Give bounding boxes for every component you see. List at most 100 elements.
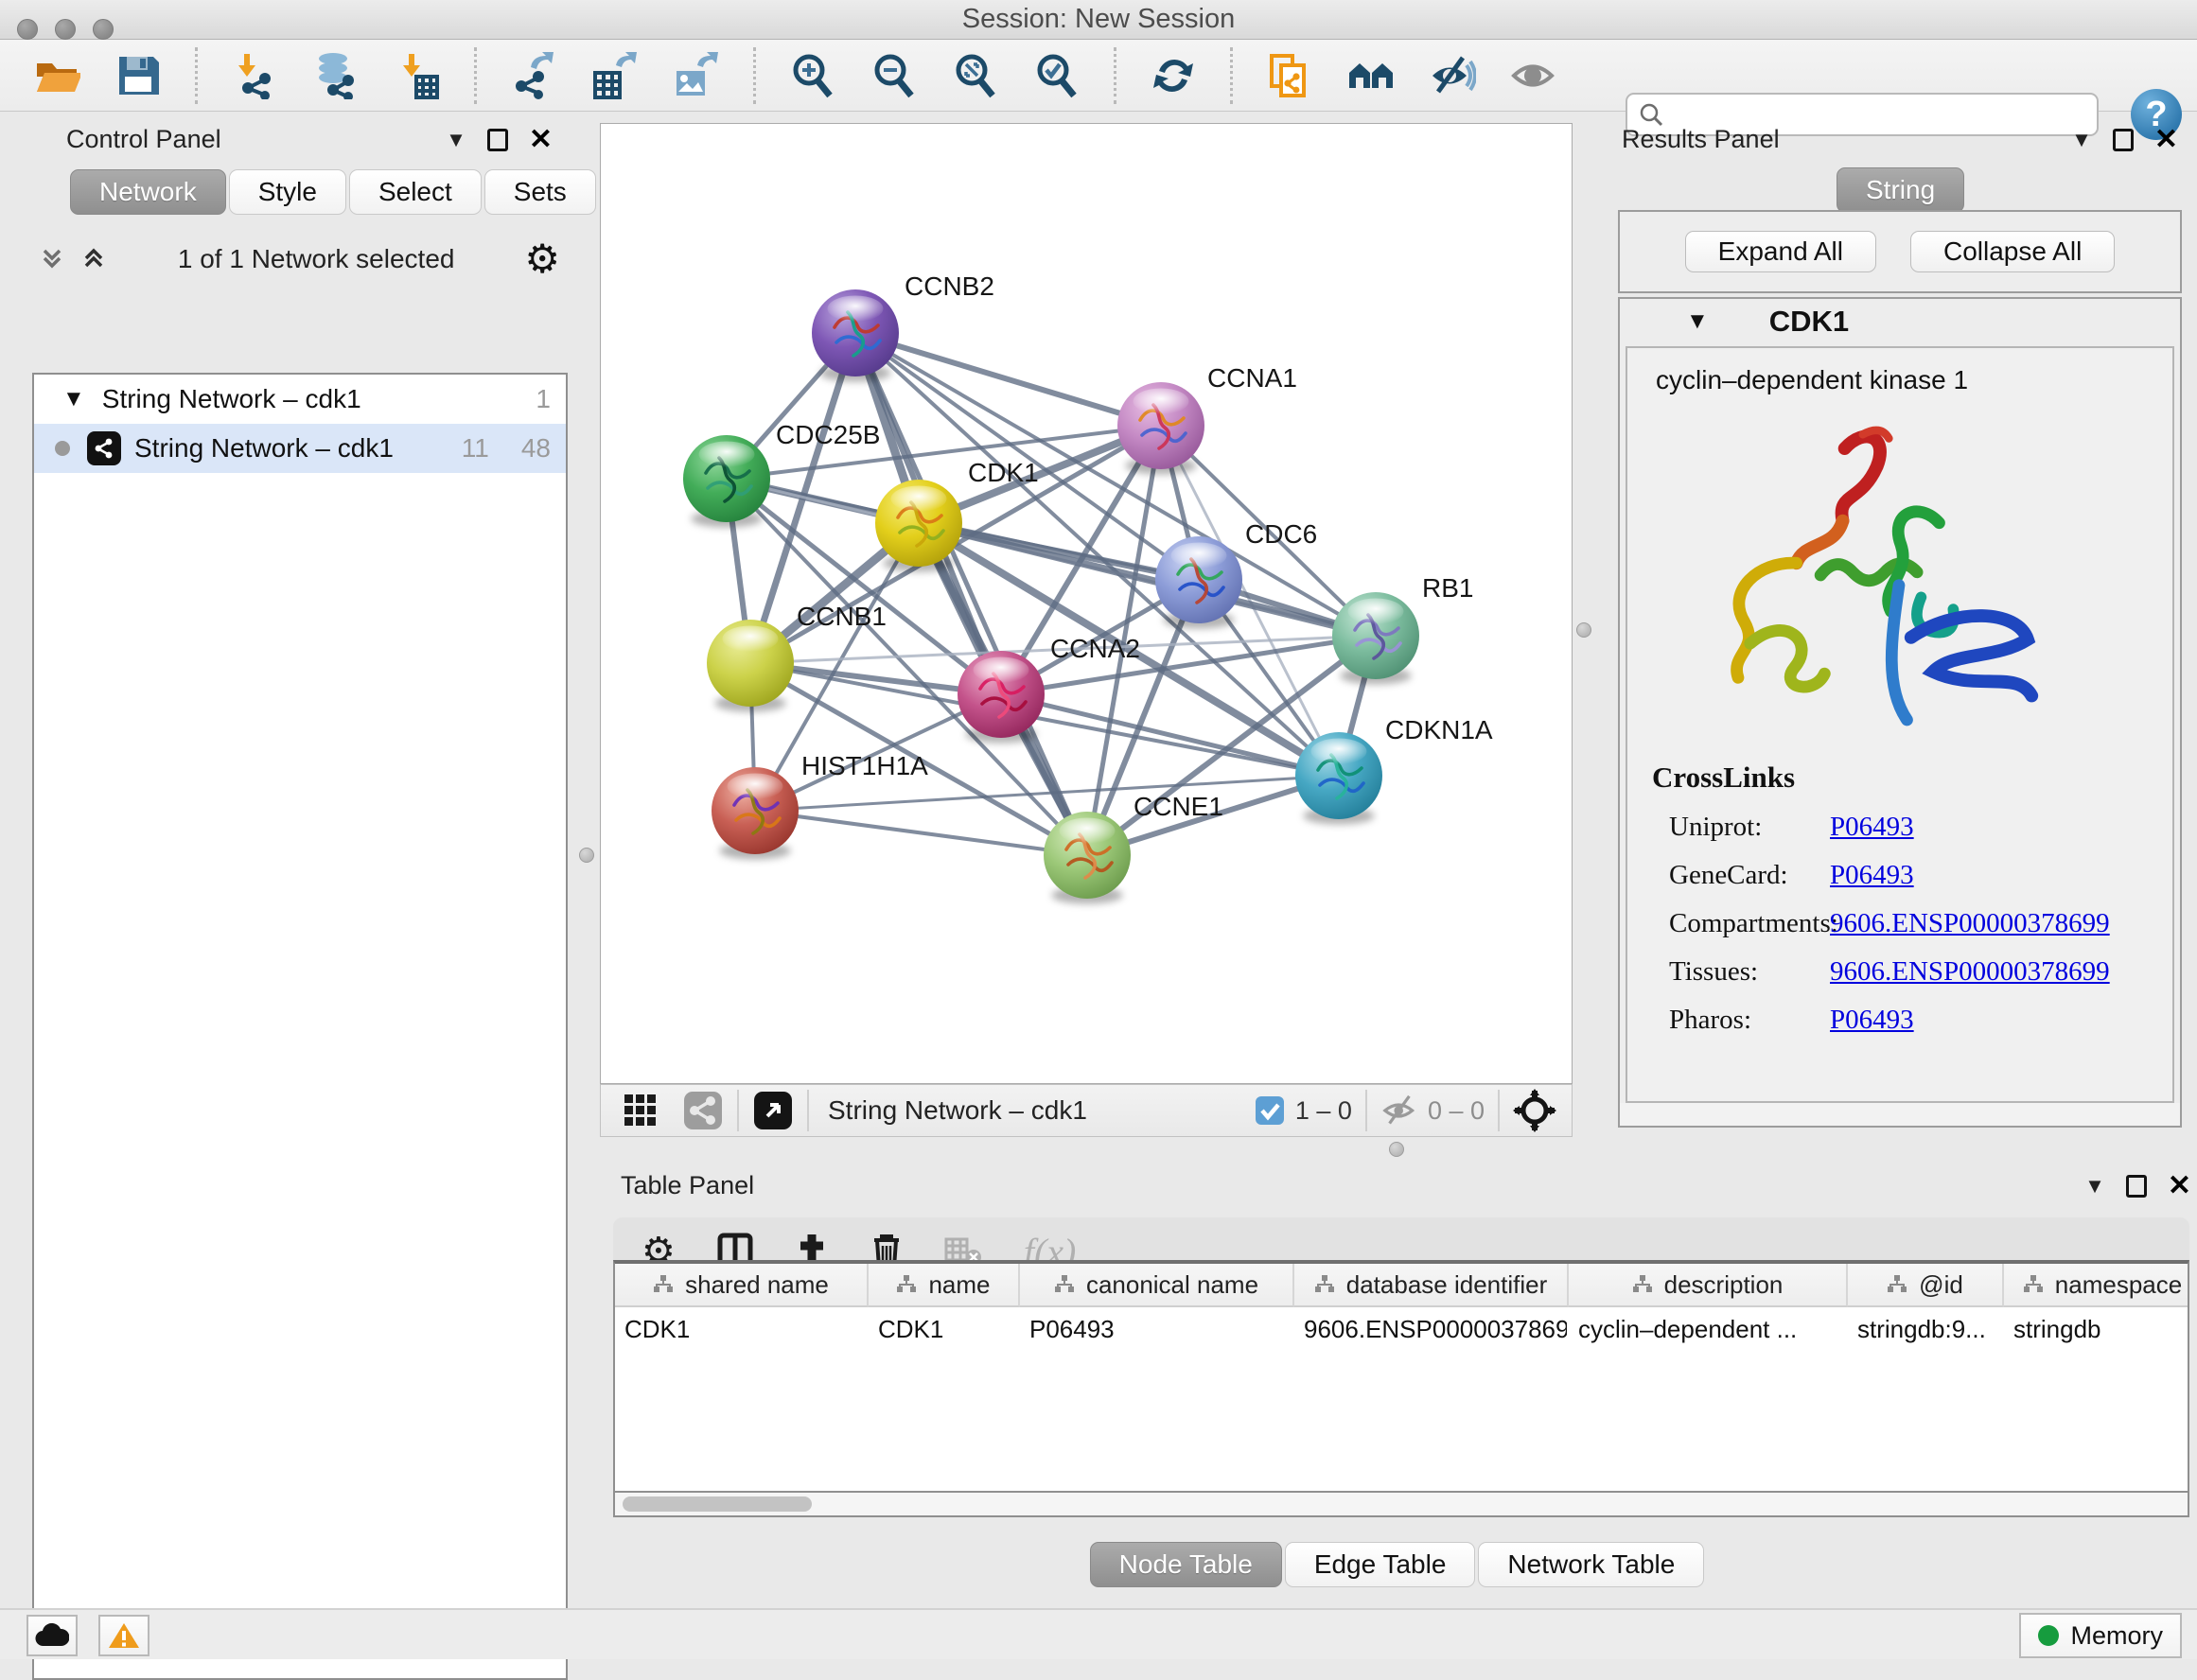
tab-network[interactable]: Network xyxy=(70,169,226,215)
tab-select[interactable]: Select xyxy=(349,169,482,215)
node-CCNB1[interactable]: CCNB1 xyxy=(707,602,887,712)
refresh-icon xyxy=(1150,52,1197,99)
clone-network-button[interactable] xyxy=(1265,51,1314,100)
collapse-all-button[interactable]: Collapse All xyxy=(1910,231,2115,272)
first-neighbors-button[interactable] xyxy=(1346,51,1396,100)
crosslink-value-link[interactable]: P06493 xyxy=(1830,812,1914,843)
tab-edge-table[interactable]: Edge Table xyxy=(1285,1542,1476,1587)
collapse-all-icon[interactable] xyxy=(38,245,66,273)
left-splitter-handle[interactable] xyxy=(579,848,594,863)
gene-expander-icon[interactable]: ▼ xyxy=(1686,308,1709,335)
float-panel-icon[interactable] xyxy=(2126,1175,2147,1198)
node-count: 11 xyxy=(462,433,489,464)
table-row[interactable]: CDK1CDK1P064939606.ENSP00000378699cyclin… xyxy=(615,1307,2188,1351)
results-scrollbar[interactable] xyxy=(1618,1103,2182,1128)
table-cell[interactable]: CDK1 xyxy=(869,1307,1020,1351)
tab-network-table[interactable]: Network Table xyxy=(1478,1542,1704,1587)
close-panel-icon[interactable]: ✕ xyxy=(529,123,553,156)
close-panel-icon[interactable]: ✕ xyxy=(2168,1169,2191,1202)
column-header-name[interactable]: name xyxy=(869,1264,1020,1307)
table-hscrollbar[interactable] xyxy=(613,1493,2189,1517)
panel-menu-icon[interactable]: ▼ xyxy=(446,128,466,152)
column-header-shared-name[interactable]: shared name xyxy=(615,1264,869,1307)
zoom-out-button[interactable] xyxy=(870,51,919,100)
table-cell[interactable]: stringdb:9... xyxy=(1848,1307,2004,1351)
panel-menu-icon[interactable]: ▼ xyxy=(2084,1174,2105,1199)
zoom-in-button[interactable] xyxy=(788,51,837,100)
string-network-graph[interactable]: CCNB2CCNA1CDC25BCDK1CDC6RB1CCNB1CCNA2CDK… xyxy=(601,124,1572,1083)
crosslink-row: Tissues:9606.ENSP00000378699 xyxy=(1652,956,2110,988)
houses-icon xyxy=(1347,52,1395,99)
export-image-button[interactable] xyxy=(672,51,721,100)
save-session-button[interactable] xyxy=(114,51,163,100)
collection-expander-icon[interactable]: ▼ xyxy=(62,386,85,412)
node-table[interactable]: shared namenamecanonical namedatabase id… xyxy=(613,1260,2189,1493)
maximize-window-icon[interactable] xyxy=(93,19,114,40)
zoom-selected-button[interactable] xyxy=(1032,51,1081,100)
table-cell[interactable]: CDK1 xyxy=(615,1307,869,1351)
edge-CCNB2-CCNA1[interactable] xyxy=(855,333,1161,426)
node-HIST1H1A[interactable]: HIST1H1A xyxy=(712,751,928,860)
apply-layout-button[interactable] xyxy=(1149,51,1198,100)
import-network-database-button[interactable] xyxy=(311,51,360,100)
selected-checkbox-icon[interactable] xyxy=(1254,1094,1286,1127)
crosslink-value-link[interactable]: 9606.ENSP00000378699 xyxy=(1830,956,2110,988)
detach-view-icon[interactable] xyxy=(752,1090,794,1131)
tab-sets[interactable]: Sets xyxy=(484,169,596,215)
panel-menu-icon[interactable]: ▼ xyxy=(2071,128,2092,152)
node-CCNA1[interactable]: CCNA1 xyxy=(1117,363,1297,475)
tab-style[interactable]: Style xyxy=(229,169,346,215)
expand-all-icon[interactable] xyxy=(79,245,108,273)
hide-selected-button[interactable] xyxy=(1428,51,1477,100)
node-label-CDK1: CDK1 xyxy=(968,458,1039,487)
table-cell[interactable]: 9606.ENSP00000378699 xyxy=(1294,1307,1569,1351)
crosslink-value-link[interactable]: P06493 xyxy=(1830,1005,1914,1036)
import-table-button[interactable] xyxy=(393,51,442,100)
node-CDKN1A[interactable]: CDKN1A xyxy=(1295,715,1493,825)
network-options-gear-icon[interactable]: ⚙ xyxy=(524,239,560,279)
show-all-button[interactable] xyxy=(1509,51,1558,100)
float-panel-icon[interactable] xyxy=(487,129,508,151)
zoom-fit-button[interactable] xyxy=(951,51,1000,100)
collection-count: 1 xyxy=(536,384,551,414)
network-canvas[interactable]: CCNB2CCNA1CDC25BCDK1CDC6RB1CCNB1CCNA2CDK… xyxy=(600,123,1573,1084)
table-header-row: shared namenamecanonical namedatabase id… xyxy=(615,1264,2188,1307)
network-row[interactable]: String Network – cdk1 11 48 xyxy=(34,424,566,473)
crosslinks-section: CrossLinks Uniprot:P06493GeneCard:P06493… xyxy=(1652,761,2110,1053)
column-header-canonical-name[interactable]: canonical name xyxy=(1020,1264,1294,1307)
float-panel-icon[interactable] xyxy=(2113,129,2134,151)
table-cell[interactable]: cyclin–dependent ... xyxy=(1569,1307,1848,1351)
tab-node-table[interactable]: Node Table xyxy=(1090,1542,1282,1587)
cloud-status-button[interactable] xyxy=(26,1615,78,1656)
crosslink-label: Uniprot: xyxy=(1652,812,1830,843)
table-cell[interactable]: P06493 xyxy=(1020,1307,1294,1351)
node-CCNE1[interactable]: CCNE1 xyxy=(1044,792,1223,904)
warnings-button[interactable] xyxy=(98,1615,149,1656)
column-header--id[interactable]: @id xyxy=(1848,1264,2004,1307)
column-header-namespace[interactable]: namespace xyxy=(2004,1264,2189,1307)
close-window-icon[interactable] xyxy=(17,19,38,40)
close-panel-icon[interactable]: ✕ xyxy=(2154,123,2178,156)
window-controls[interactable] xyxy=(17,19,114,40)
crosslink-value-link[interactable]: 9606.ENSP00000378699 xyxy=(1830,908,2110,939)
column-header-database-identifier[interactable]: database identifier xyxy=(1294,1264,1569,1307)
column-header-description[interactable]: description xyxy=(1569,1264,1848,1307)
minimize-window-icon[interactable] xyxy=(55,19,76,40)
export-network-button[interactable] xyxy=(509,51,558,100)
right-splitter-handle[interactable] xyxy=(1576,622,1591,638)
network-view-icon[interactable] xyxy=(682,1090,724,1131)
edge-HIST1H1A-CCNE1[interactable] xyxy=(755,811,1087,855)
network-collection-row[interactable]: ▼ String Network – cdk1 1 xyxy=(34,375,566,424)
export-table-button[interactable] xyxy=(590,51,640,100)
crosslink-value-link[interactable]: P06493 xyxy=(1830,860,1914,891)
bottom-splitter-handle[interactable] xyxy=(1389,1142,1404,1157)
expand-all-button[interactable]: Expand All xyxy=(1685,231,1876,272)
open-session-button[interactable] xyxy=(32,51,81,100)
grid-view-icon[interactable] xyxy=(622,1092,659,1129)
memory-button[interactable]: Memory xyxy=(2019,1613,2182,1658)
table-cell[interactable]: stringdb xyxy=(2004,1307,2189,1351)
node-RB1[interactable]: RB1 xyxy=(1332,573,1473,685)
import-network-file-button[interactable] xyxy=(230,51,279,100)
birds-eye-toggle-icon[interactable] xyxy=(1513,1089,1556,1132)
tab-string[interactable]: String xyxy=(1837,167,1964,213)
